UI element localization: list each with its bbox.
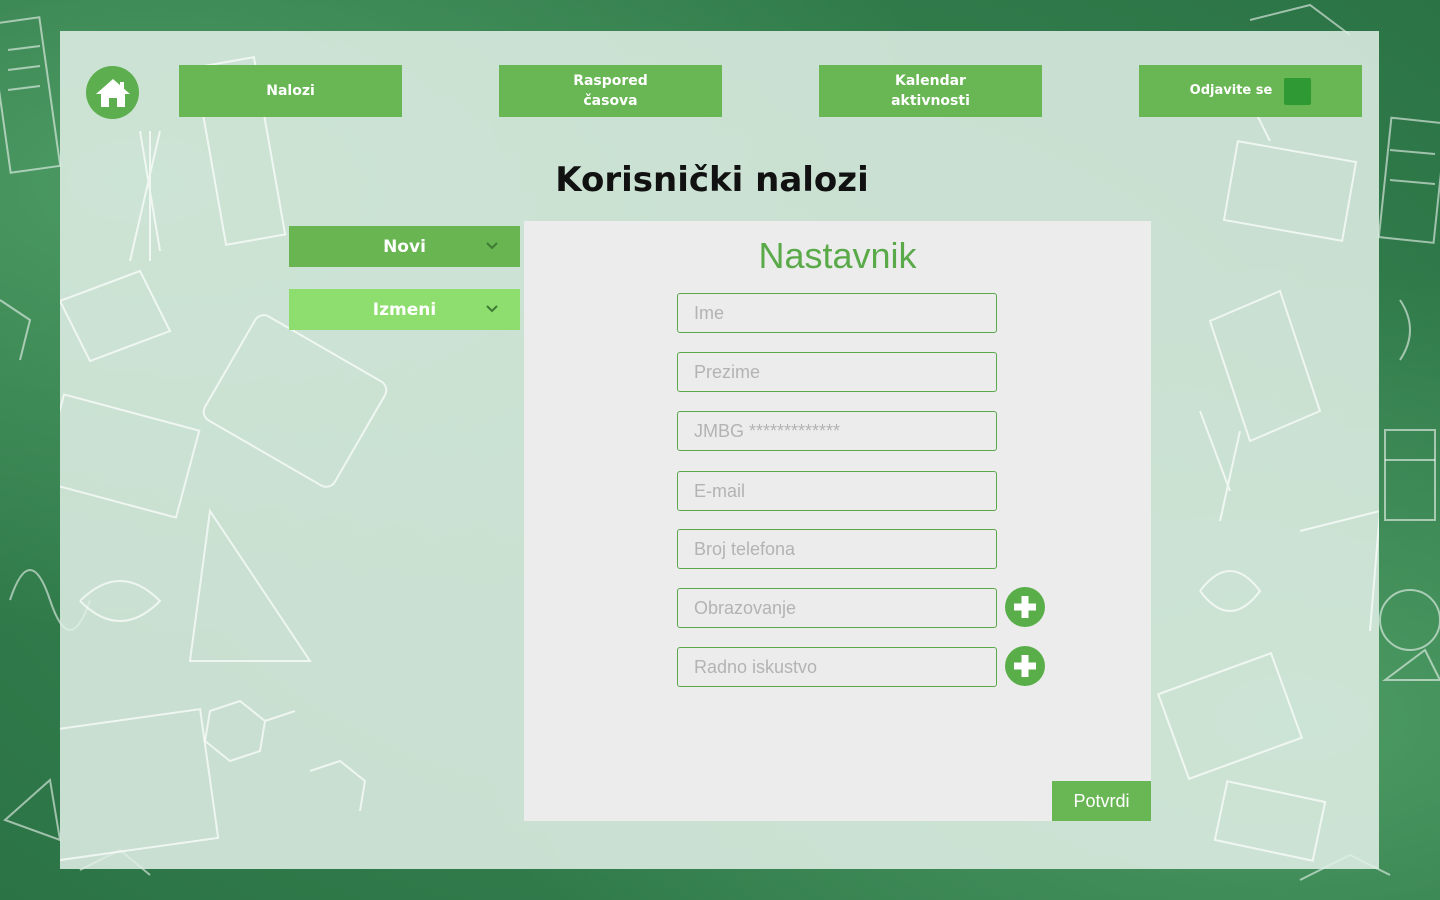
logout-label: Odjavite se <box>1189 83 1273 98</box>
add-education-button[interactable] <box>1005 587 1045 627</box>
nav-nalozi-label: Nalozi <box>266 83 315 99</box>
education-field[interactable] <box>677 588 997 628</box>
phone-field[interactable] <box>677 529 997 569</box>
nav-kalendar-label: Kalendar aktivnosti <box>891 71 970 111</box>
nav-raspored-line1: Raspored <box>573 73 648 89</box>
email-field[interactable] <box>677 471 997 511</box>
sidebar-item-novi[interactable]: Novi <box>289 226 520 267</box>
nav-kalendar-line1: Kalendar <box>895 73 966 89</box>
nav-raspored-button[interactable]: Raspored časova <box>499 65 722 117</box>
page-title: Korisnički nalozi <box>555 160 869 200</box>
chevron-down-icon <box>486 305 498 313</box>
sidebar-item-label: Novi <box>383 236 426 257</box>
home-icon <box>95 78 130 107</box>
work-experience-field[interactable] <box>677 647 997 687</box>
nav-raspored-line2: časova <box>583 93 638 109</box>
nav-kalendar-button[interactable]: Kalendar aktivnosti <box>819 65 1042 117</box>
logout-indicator <box>1284 77 1312 105</box>
logout-button[interactable]: Odjavite se <box>1139 65 1362 117</box>
teacher-form: Nastavnik Potvrdi <box>524 221 1151 821</box>
sidebar-item-izmeni[interactable]: Izmeni <box>289 289 520 330</box>
nav-kalendar-line2: aktivnosti <box>891 93 970 109</box>
home-button[interactable] <box>86 66 139 119</box>
form-title: Nastavnik <box>758 235 917 276</box>
nav-nalozi-button[interactable]: Nalozi <box>179 65 402 117</box>
plus-icon <box>1014 655 1036 677</box>
plus-icon <box>1014 596 1036 618</box>
submit-button[interactable]: Potvrdi <box>1052 781 1151 821</box>
last-name-field[interactable] <box>677 352 997 392</box>
nav-raspored-label: Raspored časova <box>573 71 648 111</box>
sidebar-item-label: Izmeni <box>372 299 437 320</box>
first-name-field[interactable] <box>677 293 997 333</box>
jmbg-field[interactable] <box>677 411 997 451</box>
add-work-experience-button[interactable] <box>1005 646 1045 686</box>
chevron-down-icon <box>486 242 498 250</box>
